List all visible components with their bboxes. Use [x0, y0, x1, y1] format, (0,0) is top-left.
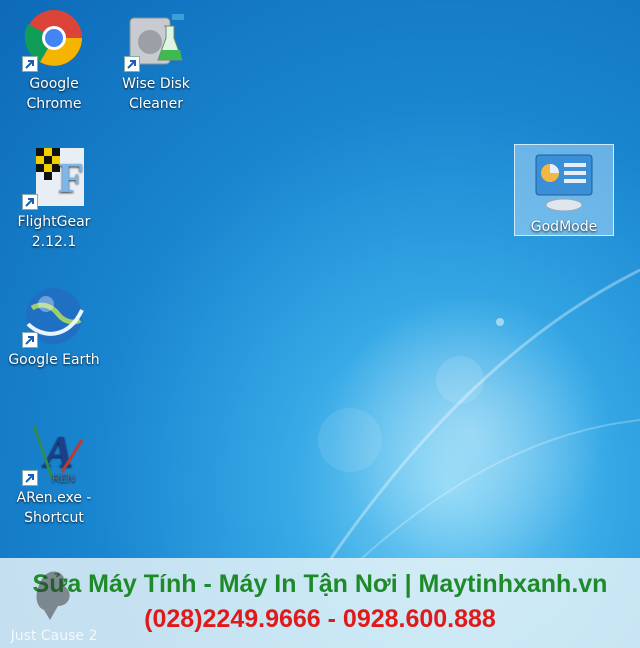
- desktop-icon-aren-shortcut[interactable]: A REN ARen.exe - Shortcut: [6, 422, 102, 528]
- desktop-icon-wise-disk-cleaner[interactable]: Wise Disk Cleaner: [108, 8, 204, 114]
- aren-icon: A REN: [22, 422, 86, 486]
- wallpaper-glow: [300, 300, 640, 560]
- svg-text:F: F: [58, 156, 84, 202]
- icon-label: GodMode: [530, 219, 598, 235]
- icon-label: 2.12.1: [31, 234, 77, 250]
- icon-label: FlightGear: [17, 214, 91, 230]
- desktop-icon-google-chrome[interactable]: Google Chrome: [6, 8, 102, 114]
- icon-label: Google: [29, 76, 79, 92]
- chrome-icon: [22, 8, 86, 72]
- icon-label: Chrome: [26, 96, 82, 112]
- icon-label: Shortcut: [24, 510, 84, 526]
- icon-label: Just Cause 2: [10, 628, 98, 644]
- desktop-icon-just-cause-2[interactable]: Just Cause 2: [6, 566, 102, 644]
- shortcut-arrow-icon: [22, 194, 38, 210]
- desktop-icon-google-earth[interactable]: Google Earth: [6, 284, 102, 370]
- desktop-icon-godmode[interactable]: GodMode: [514, 144, 614, 236]
- svg-text:A: A: [41, 427, 73, 476]
- icon-label: Google Earth: [8, 352, 100, 368]
- icon-label: ARen.exe -: [16, 490, 92, 506]
- icon-label: Wise Disk: [122, 76, 190, 92]
- shortcut-arrow-icon: [22, 56, 38, 72]
- google-earth-icon: [22, 284, 86, 348]
- disk-cleaner-icon: [124, 8, 188, 72]
- flightgear-icon: F: [22, 146, 86, 210]
- icon-label: Cleaner: [128, 96, 184, 112]
- shortcut-arrow-icon: [22, 470, 38, 486]
- shortcut-arrow-icon: [22, 332, 38, 348]
- shortcut-arrow-icon: [124, 56, 140, 72]
- svg-text:REN: REN: [52, 473, 75, 485]
- control-panel-icon: [532, 151, 596, 215]
- just-cause-icon: [24, 566, 84, 626]
- desktop-icon-flightgear[interactable]: F FlightGear 2.12.1: [6, 146, 102, 252]
